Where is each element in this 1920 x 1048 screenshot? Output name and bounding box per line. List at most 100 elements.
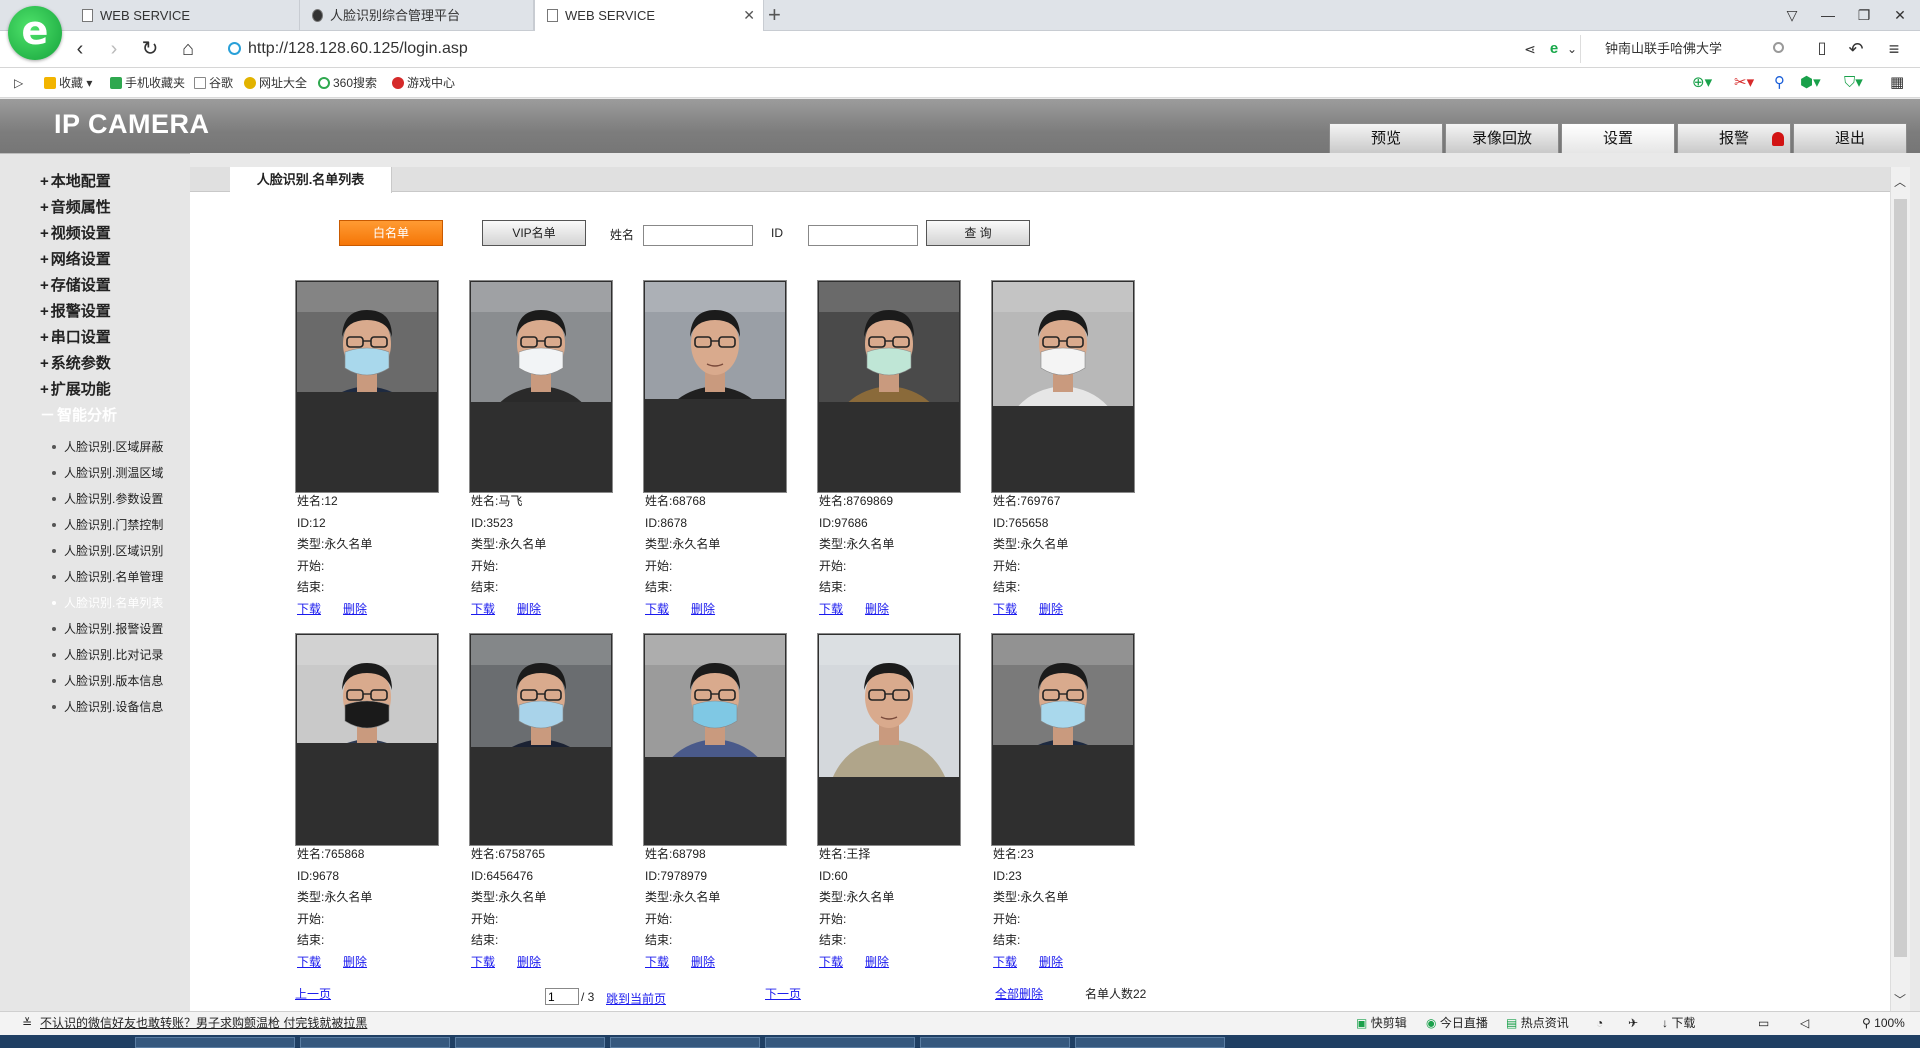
minimize-button[interactable]: — bbox=[1810, 0, 1846, 31]
face-card[interactable] bbox=[991, 633, 1135, 846]
sidebar-menu-item[interactable]: + 视频设置 bbox=[40, 222, 111, 243]
delete-link[interactable]: 删除 bbox=[691, 602, 715, 616]
restore-button[interactable]: ❐ bbox=[1846, 0, 1882, 31]
sidebar-submenu-item[interactable]: 人脸识别.版本信息 bbox=[52, 672, 163, 689]
url-field[interactable]: http://128.128.60.125/login.asp bbox=[228, 34, 1508, 64]
sidebar-toggle-icon[interactable]: ▷ bbox=[14, 68, 23, 98]
status-item-live[interactable]: ◉ 今日直播 bbox=[1426, 1012, 1488, 1035]
download-link[interactable]: 下载 bbox=[993, 602, 1017, 616]
id-filter-input[interactable] bbox=[808, 225, 918, 246]
delete-link[interactable]: 删除 bbox=[865, 602, 889, 616]
delete-link[interactable]: 删除 bbox=[343, 602, 367, 616]
status-item-clip[interactable]: ▣ 快剪辑 bbox=[1356, 1012, 1407, 1035]
search-icon[interactable] bbox=[1773, 42, 1784, 53]
delete-link[interactable]: 删除 bbox=[865, 955, 889, 969]
extension-grid-icon[interactable]: ▦ bbox=[1890, 68, 1904, 98]
face-card[interactable] bbox=[295, 633, 439, 846]
undo-icon[interactable]: ↶ bbox=[1842, 35, 1870, 63]
speed-icon[interactable]: ◔ bbox=[1596, 1012, 1603, 1035]
sidebar-submenu-item[interactable]: 人脸识别.名单列表 bbox=[52, 594, 163, 611]
sidebar-submenu-item[interactable]: 人脸识别.比对记录 bbox=[52, 646, 163, 663]
nav-playback[interactable]: 录像回放 bbox=[1445, 123, 1559, 153]
taskbar-item[interactable] bbox=[610, 1037, 760, 1048]
vertical-scrollbar[interactable]: ︿ ﹀ bbox=[1890, 167, 1910, 1011]
download-link[interactable]: 下载 bbox=[471, 955, 495, 969]
refresh-button[interactable]: ↻ bbox=[136, 35, 164, 63]
bookmark-mobile[interactable]: 手机收藏夹 bbox=[110, 68, 185, 98]
pager-next[interactable]: 下一页 bbox=[765, 985, 801, 1002]
extension-search-icon[interactable]: ⚲ bbox=[1774, 68, 1785, 98]
page-number-input[interactable] bbox=[545, 988, 579, 1005]
browser-tab-3[interactable]: WEB SERVICE ✕ bbox=[534, 0, 764, 31]
sidebar-submenu-item[interactable]: 人脸识别.参数设置 bbox=[52, 490, 163, 507]
mobile-icon[interactable]: ▯ bbox=[1808, 35, 1836, 63]
sidebar-submenu-item[interactable]: 人脸识别.区域屏蔽 bbox=[52, 438, 163, 455]
delete-all-link[interactable]: 全部删除 bbox=[995, 987, 1043, 1001]
browser-tab-2[interactable]: 人脸识别综合管理平台 bbox=[300, 0, 534, 31]
sidebar-submenu-item[interactable]: 人脸识别.区域识别 bbox=[52, 542, 163, 559]
download-link[interactable]: 下载 bbox=[819, 955, 843, 969]
sidebar-menu-item[interactable]: + 音频属性 bbox=[40, 196, 111, 217]
sidebar-submenu-item[interactable]: 人脸识别.门禁控制 bbox=[52, 516, 163, 533]
browser-tab-1[interactable]: WEB SERVICE bbox=[70, 0, 300, 31]
taskbar-item[interactable] bbox=[135, 1037, 295, 1048]
forward-button[interactable]: › bbox=[100, 35, 128, 63]
sidebar-menu-item[interactable]: + 存储设置 bbox=[40, 274, 111, 295]
pager-delete-all[interactable]: 全部删除 bbox=[995, 985, 1043, 1002]
jump-page-link[interactable]: 跳到当前页 bbox=[606, 992, 666, 1006]
sidebar-submenu-item[interactable]: 人脸识别.名单管理 bbox=[52, 568, 163, 585]
white-list-button[interactable]: 白名单 bbox=[339, 220, 443, 246]
bookmark-favorites[interactable]: 收藏 ▾ bbox=[44, 68, 92, 98]
delete-link[interactable]: 删除 bbox=[1039, 955, 1063, 969]
close-tab-icon[interactable]: ✕ bbox=[743, 0, 755, 31]
prev-page-link[interactable]: 上一页 bbox=[295, 987, 331, 1001]
sidebar-submenu-item[interactable]: 人脸识别.报警设置 bbox=[52, 620, 163, 637]
download-link[interactable]: 下载 bbox=[645, 602, 669, 616]
scroll-thumb[interactable] bbox=[1894, 199, 1907, 957]
face-card[interactable] bbox=[469, 280, 613, 493]
sidebar-menu-item[interactable]: + 网络设置 bbox=[40, 248, 111, 269]
extension-game-icon[interactable]: ⬢▾ bbox=[1800, 68, 1821, 98]
menu-icon[interactable]: ≡ bbox=[1880, 35, 1908, 63]
shirt-skin-icon[interactable]: ▽ bbox=[1774, 0, 1810, 31]
nav-settings[interactable]: 设置 bbox=[1561, 123, 1675, 153]
delete-link[interactable]: 删除 bbox=[517, 955, 541, 969]
delete-link[interactable]: 删除 bbox=[691, 955, 715, 969]
scroll-down-icon[interactable]: ﹀ bbox=[1894, 991, 1906, 1008]
extension-shield-icon[interactable]: ⛉▾ bbox=[1844, 68, 1863, 98]
nav-logout[interactable]: 退出 bbox=[1793, 123, 1907, 153]
home-button[interactable]: ⌂ bbox=[174, 35, 202, 63]
delete-link[interactable]: 删除 bbox=[517, 602, 541, 616]
face-card[interactable] bbox=[991, 280, 1135, 493]
status-item-download[interactable]: ↓ 下载 bbox=[1662, 1012, 1695, 1035]
sidebar-menu-item[interactable]: + 本地配置 bbox=[40, 170, 111, 191]
sidebar-menu-item[interactable]: + 串口设置 bbox=[40, 326, 111, 347]
query-button[interactable]: 查 询 bbox=[926, 220, 1030, 246]
pager-prev[interactable]: 上一页 bbox=[295, 985, 331, 1002]
nav-alarm[interactable]: 报警 bbox=[1677, 123, 1791, 153]
download-link[interactable]: 下载 bbox=[819, 602, 843, 616]
face-card[interactable] bbox=[469, 633, 613, 846]
face-card[interactable] bbox=[817, 633, 961, 846]
sidebar-menu-item[interactable]: －智能分析 bbox=[40, 404, 117, 425]
face-card[interactable] bbox=[643, 633, 787, 846]
search-input[interactable]: 钟南山联手哈佛大学 bbox=[1580, 35, 1790, 63]
window-icon[interactable]: ▭ bbox=[1758, 1012, 1769, 1035]
download-link[interactable]: 下载 bbox=[297, 955, 321, 969]
bookmark-games[interactable]: 游戏中心 bbox=[392, 68, 455, 98]
extension-cut-icon[interactable]: ✂▾ bbox=[1734, 68, 1754, 98]
face-card[interactable] bbox=[295, 280, 439, 493]
zoom-level[interactable]: ⚲ 100% bbox=[1862, 1012, 1905, 1035]
taskbar-item[interactable] bbox=[920, 1037, 1070, 1048]
back-button[interactable]: ‹ bbox=[66, 35, 94, 63]
delete-link[interactable]: 删除 bbox=[1039, 602, 1063, 616]
sidebar-menu-item[interactable]: + 报警设置 bbox=[40, 300, 111, 321]
mute-icon[interactable]: ◁ bbox=[1800, 1012, 1809, 1035]
sidebar-submenu-item[interactable]: 人脸识别.测温区域 bbox=[52, 464, 163, 481]
taskbar-item[interactable] bbox=[455, 1037, 605, 1048]
sidebar-menu-item[interactable]: + 系统参数 bbox=[40, 352, 111, 373]
next-page-link[interactable]: 下一页 bbox=[765, 987, 801, 1001]
face-card[interactable] bbox=[817, 280, 961, 493]
download-link[interactable]: 下载 bbox=[297, 602, 321, 616]
taskbar-item[interactable] bbox=[765, 1037, 915, 1048]
